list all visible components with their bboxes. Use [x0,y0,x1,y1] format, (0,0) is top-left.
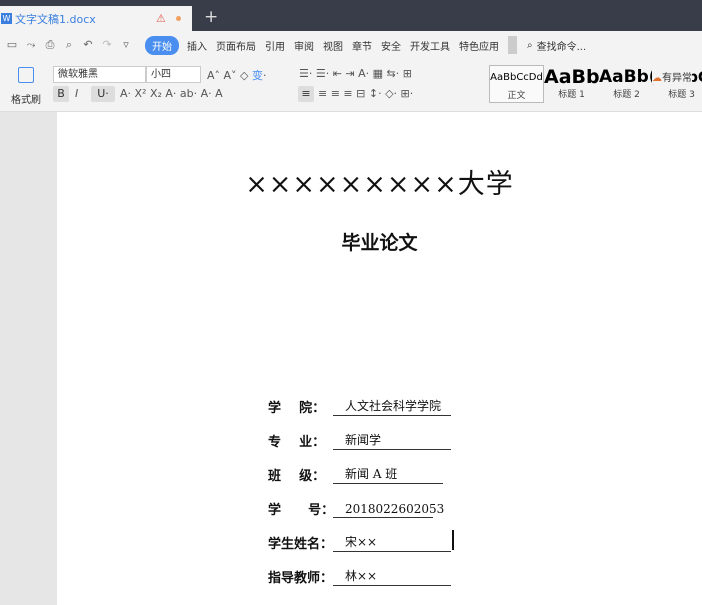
warning-icon[interactable]: ⚠ [156,12,166,25]
style-normal[interactable]: AaBbCcDd 正文 [489,65,544,103]
wps-doc-icon: W [1,13,12,24]
unsaved-dot-icon [176,16,181,21]
title-bar: W 文字文稿1.docx ⚠ + [0,0,702,31]
font-family-select[interactable]: 微软雅黑 [53,66,146,83]
more-menu-button[interactable] [508,36,517,54]
field-row-major: 专 业： 新闻学 [268,431,451,450]
menu-layout[interactable]: 页面布局 [216,38,256,53]
cloud-status[interactable]: ☁有异常 [652,69,692,84]
menu-view[interactable]: 视图 [323,38,343,53]
menu-insert[interactable]: 插入 [187,38,207,53]
italic-button[interactable]: I [75,87,78,100]
find-command-input[interactable]: 查找命令... [537,38,587,53]
thesis-title: 毕业论文 [341,232,418,254]
print-icon[interactable]: ⎙ [43,39,57,51]
field-row-class: 班 级： 新闻 A 班 [268,465,443,484]
align-left-button[interactable]: ≡ [298,86,314,102]
menu-home[interactable]: 开始 [145,35,179,55]
bold-button[interactable]: B [53,86,69,102]
tab-title: 文字文稿1.docx [15,12,96,26]
style-heading-2[interactable]: AaBb(标题 2 [599,65,654,103]
menu-bar: ▭ ⤳ ⎙ ⌕ ↶ ↷ ▿ 开始 插入 页面布局 引用 审阅 视图 章节 安全 … [0,31,702,84]
ribbon-toolbar: 格式刷 微软雅黑 小四 A˄ A˅ ◇ 变· B I U· A· X² X₂ A… [0,59,702,112]
cloud-icon: ☁ [652,73,662,84]
underline-button[interactable]: U· [91,86,115,102]
field-row-student-id: 学 号： 2018022602053 [268,502,445,518]
menu-security[interactable]: 安全 [381,38,401,53]
document-page[interactable]: ×××××××××大学 毕业论文 学 院： 人文社会科学学院 专 业： 新闻学 班 … [57,112,702,605]
format-painter-button[interactable]: 格式刷 [8,67,44,106]
document-tab[interactable]: W 文字文稿1.docx ⚠ [0,6,192,31]
style-heading-1[interactable]: AaBb 标题 1 [544,65,599,103]
menu-special[interactable]: 特色应用 [459,38,499,53]
new-tab-button[interactable]: + [204,7,218,27]
paragraph-icons[interactable]: ≡ ≡ ≡ ⊟ ↕· ◇· ⊞· [318,87,413,100]
preview-icon[interactable]: ⌕ [62,39,76,51]
menu-developer[interactable]: 开发工具 [410,38,450,53]
grow-font-icon[interactable]: A˄ A˅ ◇ 变· [207,67,267,83]
brush-icon [18,67,34,83]
menu-review[interactable]: 审阅 [294,38,314,53]
field-row-advisor: 指导教师： 林×× [268,567,451,586]
save-icon[interactable]: ▭ [5,39,19,51]
field-row-college: 学 院： 人文社会科学学院 [268,397,451,416]
font-effects-icons[interactable]: A· X² X₂ A· ab· A· A [120,87,223,100]
redo-icon[interactable]: ↷ [100,39,114,51]
university-title: ×××××××××大学 [245,169,514,200]
menu-references[interactable]: 引用 [265,38,285,53]
list-icons[interactable]: ☰· ☰· ⇤ ⇥ A· ▦ ⇆· ⊞ [299,67,412,80]
text-cursor [452,530,454,550]
font-size-select[interactable]: 小四 [146,66,201,83]
undo-icon[interactable]: ↶ [81,39,95,51]
search-icon: ⌕ [527,39,533,51]
field-row-student-name: 学生姓名： 宋×× [268,533,451,552]
export-icon[interactable]: ⤳ [24,39,38,51]
left-margin [0,112,57,605]
menu-section[interactable]: 章节 [352,38,372,53]
customize-icon[interactable]: ▿ [119,39,133,51]
